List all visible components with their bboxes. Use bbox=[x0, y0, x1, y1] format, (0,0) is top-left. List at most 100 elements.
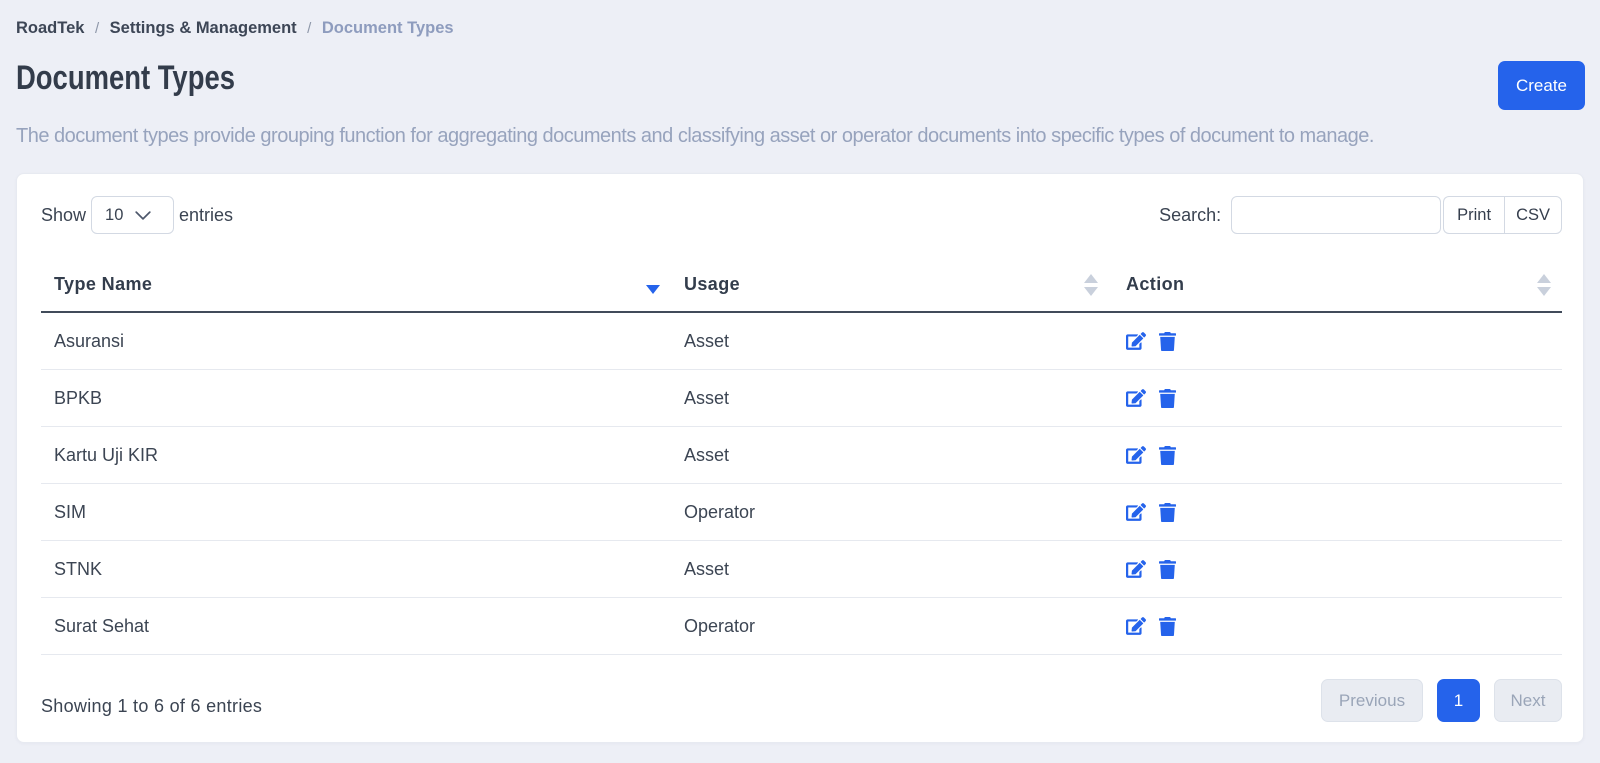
page-description: The document types provide grouping func… bbox=[16, 125, 1374, 147]
edit-icon bbox=[1126, 332, 1146, 351]
usage-value: Operator bbox=[684, 616, 756, 636]
search-input[interactable] bbox=[1231, 196, 1442, 234]
edit-button[interactable] bbox=[1126, 389, 1146, 408]
search-control: Search: Print CSV bbox=[1159, 196, 1562, 234]
column-header-type-name[interactable]: Type Name bbox=[41, 259, 671, 313]
delete-button[interactable] bbox=[1159, 616, 1176, 637]
usage-value: Asset bbox=[684, 331, 730, 351]
table-row: STNK Asset bbox=[41, 540, 1562, 598]
delete-button[interactable] bbox=[1159, 331, 1176, 352]
table-header-row: Type Name Usage Action bbox=[41, 259, 1562, 313]
edit-button[interactable] bbox=[1126, 617, 1146, 636]
edit-button[interactable] bbox=[1126, 332, 1146, 351]
page-title: Document Types bbox=[16, 59, 235, 97]
cell-usage: Asset bbox=[671, 369, 1113, 427]
search-label: Search: bbox=[1159, 204, 1222, 225]
page-size-value: 10 bbox=[105, 205, 124, 224]
column-header-action[interactable]: Action bbox=[1113, 259, 1562, 313]
cell-type-name: Kartu Uji KIR bbox=[41, 426, 671, 484]
delete-button[interactable] bbox=[1159, 445, 1176, 466]
cell-action bbox=[1113, 540, 1562, 598]
type-name-value: Kartu Uji KIR bbox=[54, 445, 159, 465]
trash-icon bbox=[1159, 559, 1176, 579]
edit-button[interactable] bbox=[1126, 446, 1146, 465]
column-header-usage[interactable]: Usage bbox=[671, 259, 1113, 313]
delete-button[interactable] bbox=[1159, 559, 1176, 580]
breadcrumb-separator: / bbox=[94, 20, 100, 37]
type-name-value: Surat Sehat bbox=[54, 616, 150, 636]
usage-value: Operator bbox=[684, 502, 756, 522]
sort-icon bbox=[1084, 274, 1098, 296]
breadcrumb-separator: / bbox=[307, 20, 312, 37]
pagination: Previous 1 Next bbox=[1321, 679, 1562, 722]
sort-desc-icon bbox=[646, 285, 660, 294]
page-size-select[interactable]: 10 bbox=[91, 196, 175, 234]
edit-button[interactable] bbox=[1126, 503, 1146, 522]
trash-icon bbox=[1159, 388, 1176, 408]
breadcrumb: RoadTek / Settings & Management / Docume… bbox=[16, 0, 1584, 38]
cell-type-name: SIM bbox=[41, 483, 671, 541]
page: RoadTek / Settings & Management / Docume… bbox=[0, 0, 1600, 743]
usage-value: Asset bbox=[684, 559, 730, 579]
delete-button[interactable] bbox=[1159, 388, 1176, 409]
cell-type-name: STNK bbox=[41, 540, 671, 598]
type-name-value: STNK bbox=[54, 559, 103, 579]
table-card: Show 10 entries Search: Print CSV Type N… bbox=[16, 173, 1584, 743]
column-header-label: Type Name bbox=[54, 274, 153, 294]
table-row: BPKB Asset bbox=[41, 369, 1562, 427]
breadcrumb-item-settings-management[interactable]: Settings & Management bbox=[110, 19, 297, 38]
pagination-page-1-button[interactable]: 1 bbox=[1437, 679, 1480, 722]
trash-icon bbox=[1159, 331, 1176, 351]
trash-icon bbox=[1159, 502, 1176, 522]
table-row: Asuransi Asset bbox=[41, 312, 1562, 370]
cell-usage: Operator bbox=[671, 597, 1113, 655]
cell-action bbox=[1113, 426, 1562, 484]
table-footer: Showing 1 to 6 of 6 entries Previous 1 N… bbox=[41, 679, 1562, 722]
edit-icon bbox=[1126, 389, 1146, 408]
breadcrumb-item-document-types: Document Types bbox=[321, 19, 454, 37]
csv-button[interactable]: CSV bbox=[1504, 196, 1562, 234]
table-info: Showing 1 to 6 of 6 entries bbox=[41, 696, 263, 716]
cell-usage: Asset bbox=[671, 426, 1113, 484]
sort-icon bbox=[1537, 274, 1551, 296]
cell-action bbox=[1113, 597, 1562, 655]
chevron-down-icon bbox=[135, 211, 151, 220]
column-header-label: Action bbox=[1126, 274, 1185, 294]
trash-icon bbox=[1159, 445, 1176, 465]
edit-icon bbox=[1126, 560, 1146, 579]
column-header-label: Usage bbox=[684, 274, 741, 294]
pagination-previous-button[interactable]: Previous bbox=[1321, 679, 1423, 722]
usage-value: Asset bbox=[684, 445, 730, 465]
trash-icon bbox=[1159, 616, 1176, 636]
table-toolbar: Show 10 entries Search: Print CSV bbox=[41, 196, 1562, 234]
pagination-next-button[interactable]: Next bbox=[1494, 679, 1562, 722]
type-name-value: Asuransi bbox=[54, 331, 125, 351]
delete-button[interactable] bbox=[1159, 502, 1176, 523]
entries-length-control: Show 10 entries bbox=[41, 196, 233, 234]
print-button[interactable]: Print bbox=[1443, 196, 1505, 234]
table-row: Kartu Uji KIR Asset bbox=[41, 426, 1562, 484]
cell-action bbox=[1113, 369, 1562, 427]
export-button-group: Print CSV bbox=[1443, 196, 1562, 234]
type-name-value: BPKB bbox=[54, 388, 103, 408]
table-row: SIM Operator bbox=[41, 483, 1562, 541]
breadcrumb-item-roadtek[interactable]: RoadTek bbox=[16, 19, 84, 38]
document-types-table: Type Name Usage Action Asuransi Asset BP… bbox=[41, 259, 1562, 655]
cell-type-name: Asuransi bbox=[41, 312, 671, 370]
cell-type-name: BPKB bbox=[41, 369, 671, 427]
cell-action bbox=[1113, 483, 1562, 541]
edit-icon bbox=[1126, 503, 1146, 522]
create-button[interactable]: Create bbox=[1497, 61, 1585, 110]
cell-usage: Asset bbox=[671, 540, 1113, 598]
cell-usage: Operator bbox=[671, 483, 1113, 541]
cell-action bbox=[1113, 312, 1562, 370]
edit-icon bbox=[1126, 617, 1146, 636]
type-name-value: SIM bbox=[54, 502, 87, 522]
cell-type-name: Surat Sehat bbox=[41, 597, 671, 655]
show-label: Show bbox=[41, 204, 87, 225]
edit-button[interactable] bbox=[1126, 560, 1146, 579]
table-row: Surat Sehat Operator bbox=[41, 597, 1562, 655]
edit-icon bbox=[1126, 446, 1146, 465]
usage-value: Asset bbox=[684, 388, 730, 408]
cell-usage: Asset bbox=[671, 312, 1113, 370]
